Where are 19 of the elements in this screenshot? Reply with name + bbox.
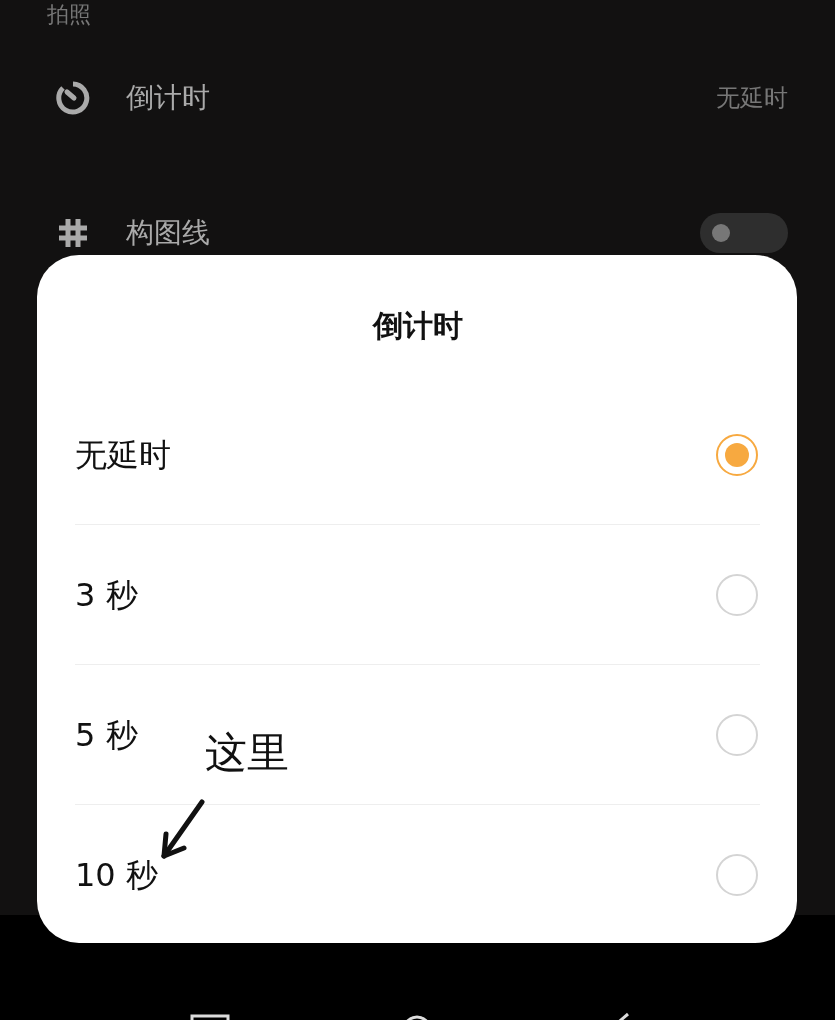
option-label[interactable]: 3 秒 [75, 570, 138, 619]
option-label[interactable]: 5 秒 [75, 710, 138, 759]
radio-button[interactable] [716, 713, 758, 756]
dialog-title: 倒计时 [371, 307, 464, 345]
option-label[interactable]: 10 秒 [75, 851, 158, 899]
radio-button[interactable] [716, 854, 758, 896]
arrow-icon [158, 798, 206, 862]
setting-row[interactable]: 倒计时 无延时 [47, 30, 788, 166]
annotation-text: 这里 [205, 728, 289, 779]
radio-button[interactable] [716, 573, 758, 616]
radio-button[interactable] [716, 433, 758, 476]
setting-label: 构图线 [126, 215, 210, 251]
toggle-switch[interactable] [700, 213, 788, 253]
setting-label: 倒计时 [126, 80, 210, 116]
setting-value: 无延时 [716, 83, 788, 114]
setting-row[interactable]: 构图线 [47, 166, 788, 300]
timer-icon [55, 80, 91, 116]
option-label[interactable]: 无延时 [75, 430, 171, 479]
section-header: 拍照 [47, 1, 92, 29]
